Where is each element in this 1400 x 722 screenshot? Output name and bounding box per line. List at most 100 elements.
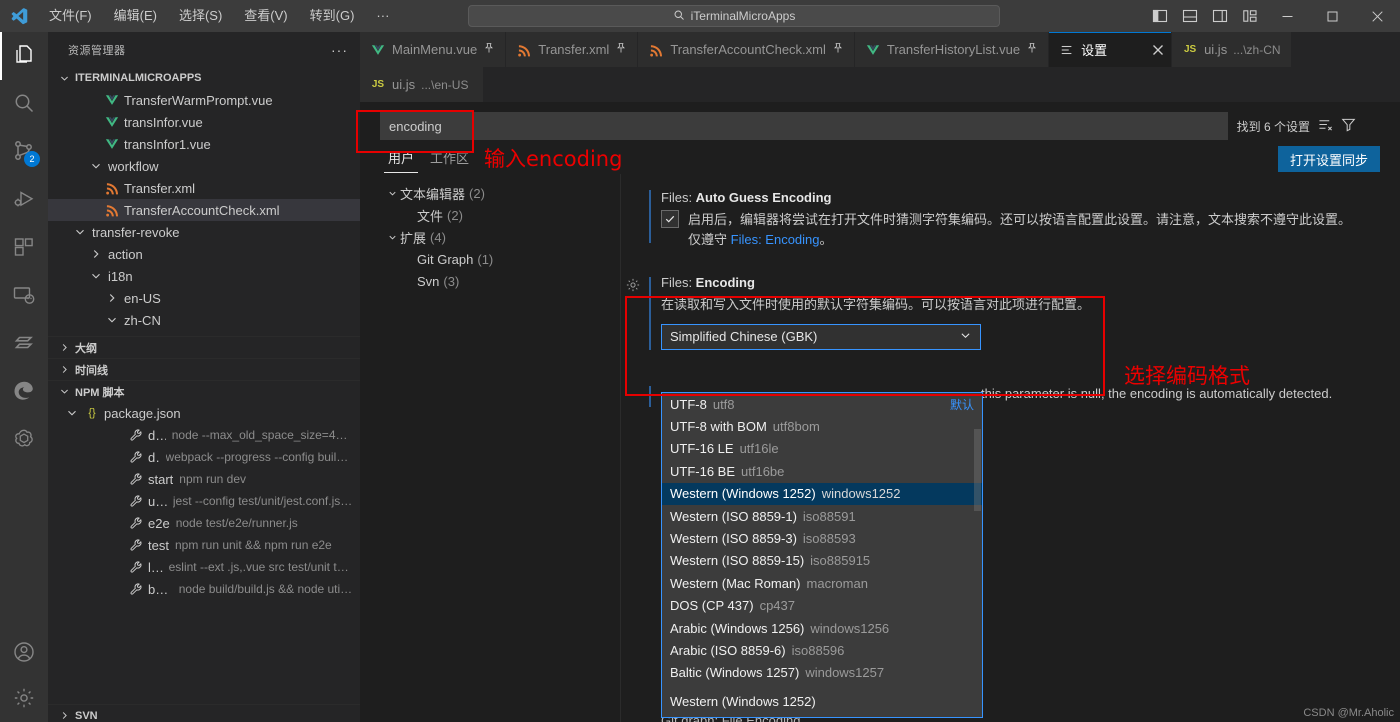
toggle-primary-sidebar-icon[interactable] xyxy=(1145,0,1175,32)
dropdown-option-iso88593[interactable]: Western (ISO 8859-3) iso88593 xyxy=(662,527,982,549)
encoding-dropdown-list[interactable]: UTF-8 utf8 默认 UTF-8 with BOM utf8bom UTF… xyxy=(661,392,983,718)
activitybar-item-run-debug[interactable] xyxy=(0,176,48,224)
tree-item-action[interactable]: action xyxy=(48,243,360,265)
tab-MainMenu-vue[interactable]: MainMenu.vue xyxy=(360,32,507,67)
clear-filters-icon[interactable] xyxy=(1318,117,1333,135)
gear-icon[interactable] xyxy=(625,277,643,295)
dropdown-option-code: windows1252 xyxy=(821,486,901,502)
menu-goto[interactable]: 转到(G) xyxy=(299,0,366,32)
settings-search-input[interactable]: encoding xyxy=(380,112,1228,140)
npm-package-json[interactable]: {} package.json xyxy=(48,402,360,424)
tree-item-Transfer-xml[interactable]: Transfer.xml xyxy=(48,177,360,199)
pin-icon[interactable] xyxy=(832,42,844,57)
sidebar-section-timeline[interactable]: 时间线 xyxy=(48,358,360,380)
pin-icon[interactable] xyxy=(1026,42,1038,57)
dropdown-option-macroman[interactable]: Western (Mac Roman) macroman xyxy=(662,572,982,594)
toc-item-svn[interactable]: Svn (3) xyxy=(360,270,620,292)
tree-item-TransferAccountCheck-xml[interactable]: TransferAccountCheck.xml xyxy=(48,199,360,221)
tree-item-transInfor[interactable]: transInfor.vue xyxy=(48,111,360,133)
tab-workspace-settings[interactable]: 工作区 xyxy=(422,144,477,173)
filter-icon[interactable] xyxy=(1341,117,1356,135)
dropdown-option-utf16be[interactable]: UTF-16 BE utf16be xyxy=(662,460,982,482)
sidebar-section-svn[interactable]: SVN xyxy=(48,704,360,722)
activitybar-item-edge-tools[interactable] xyxy=(0,368,48,416)
menu-selection[interactable]: 选择(S) xyxy=(168,0,233,32)
activitybar-item-accounts[interactable] xyxy=(0,630,48,676)
toc-item-extensions[interactable]: 扩展 (4) xyxy=(360,226,620,248)
svn-icon xyxy=(12,331,36,358)
setting-encoding-select[interactable]: Simplified Chinese (GBK) xyxy=(661,323,981,350)
dropdown-scrollbar[interactable] xyxy=(974,429,981,511)
dropdown-option-iso885915[interactable]: Western (ISO 8859-15) iso885915 xyxy=(662,550,982,572)
menu-more[interactable]: ··· xyxy=(365,0,400,32)
tree-item-zh-CN[interactable]: zh-CN xyxy=(48,309,360,331)
dropdown-option-code: iso88591 xyxy=(802,508,856,524)
tree-item-TransferWarmPrompt[interactable]: TransferWarmPrompt.vue xyxy=(48,89,360,111)
dropdown-option-windows1252[interactable]: Western (Windows 1252) windows1252 xyxy=(662,482,982,505)
sidebar-section-outline[interactable]: 大纲 xyxy=(48,336,360,358)
npm-script-unit[interactable]: unit jest --config test/unit/jest.conf.j… xyxy=(48,490,360,512)
tab-ui-js-en-US[interactable]: JS ui.js ...\en-US xyxy=(360,67,484,102)
window-close-button[interactable] xyxy=(1355,0,1400,32)
activitybar-item-remote-explorer[interactable] xyxy=(0,272,48,320)
dropdown-option-iso88596[interactable]: Arabic (ISO 8859-6) iso88596 xyxy=(662,639,982,661)
tree-item-i18n[interactable]: i18n xyxy=(48,265,360,287)
npm-script-dev[interactable]: dev node --max_old_space_size=4096 buil.… xyxy=(48,424,360,446)
npm-script-build[interactable]: build node build/build.js && node util/j… xyxy=(48,578,360,600)
dropdown-default-badge: 默认 xyxy=(949,397,974,412)
chevron-down-icon xyxy=(56,384,72,400)
npm-script-e2e[interactable]: e2e node test/e2e/runner.js xyxy=(48,512,360,534)
tab-Transfer-xml[interactable]: Transfer.xml xyxy=(506,32,639,67)
activitybar-item-svn[interactable] xyxy=(0,320,48,368)
tree-item-workflow[interactable]: workflow xyxy=(48,155,360,177)
tree-item-transfer-revoke[interactable]: transfer-revoke xyxy=(48,221,360,243)
activitybar-item-chatgpt[interactable] xyxy=(0,416,48,464)
window-minimize-button[interactable] xyxy=(1265,0,1310,32)
activitybar-item-explorer[interactable] xyxy=(0,32,48,80)
tab-user-settings[interactable]: 用户 xyxy=(380,144,422,173)
activitybar-item-extensions[interactable] xyxy=(0,224,48,272)
toggle-secondary-sidebar-icon[interactable] xyxy=(1205,0,1235,32)
dropdown-option-utf16le[interactable]: UTF-16 LE utf16le xyxy=(662,438,982,460)
sidebar-section-npm-scripts[interactable]: NPM 脚本 xyxy=(48,380,360,402)
tree-item-transInfor1[interactable]: transInfor1.vue xyxy=(48,133,360,155)
toc-item-text-editor[interactable]: 文本编辑器 (2) xyxy=(360,182,620,204)
dropdown-option-windows1256[interactable]: Arabic (Windows 1256) windows1256 xyxy=(662,617,982,639)
open-settings-sync-button[interactable]: 打开设置同步 xyxy=(1277,146,1380,172)
npm-script-start[interactable]: start npm run dev xyxy=(48,468,360,490)
toc-item-files[interactable]: 文件 (2) xyxy=(360,204,620,226)
setting-desc-link[interactable]: Files: Encoding xyxy=(731,232,820,247)
customize-layout-icon[interactable] xyxy=(1235,0,1265,32)
toc-count: (2) xyxy=(469,185,485,201)
activitybar-item-source-control[interactable]: 2 xyxy=(0,128,48,176)
sidebar-more-icon[interactable]: ··· xyxy=(331,42,348,58)
window-maximize-button[interactable] xyxy=(1310,0,1355,32)
setting-files-encoding: Files: Encoding 在读取和写入文件时使用的默认字符集编码。可以按语… xyxy=(621,253,1400,354)
menu-view[interactable]: 查看(V) xyxy=(233,0,298,32)
npm-script-test[interactable]: test npm run unit && npm run e2e xyxy=(48,534,360,556)
tab-ui-js-zh-CN[interactable]: JS ui.js ...\zh-CN xyxy=(1172,32,1292,67)
dropdown-option-utf8bom[interactable]: UTF-8 with BOM utf8bom xyxy=(662,415,982,437)
sidebar-section-root[interactable]: ITERMINALMICROAPPS xyxy=(48,67,360,89)
activitybar-item-manage[interactable] xyxy=(0,676,48,722)
npm-script-dll[interactable]: dll webpack --progress --config build/we… xyxy=(48,446,360,468)
tree-item-en-US[interactable]: en-US xyxy=(48,287,360,309)
tab-TransferHistoryList-vue[interactable]: TransferHistoryList.vue xyxy=(854,32,1050,67)
npm-script-lint[interactable]: lint eslint --ext .js,.vue src test/unit… xyxy=(48,556,360,578)
close-icon[interactable] xyxy=(1149,41,1167,59)
dropdown-option-iso88591[interactable]: Western (ISO 8859-1) iso88591 xyxy=(662,505,982,527)
toc-item-git-graph[interactable]: Git Graph (1) xyxy=(360,248,620,270)
dropdown-option-cp437[interactable]: DOS (CP 437) cp437 xyxy=(662,595,982,617)
menu-file[interactable]: 文件(F) xyxy=(38,0,103,32)
toggle-panel-icon[interactable] xyxy=(1175,0,1205,32)
tab-settings[interactable]: 设置 xyxy=(1049,32,1173,67)
pin-icon[interactable] xyxy=(615,42,627,57)
tab-TransferAccountCheck-xml[interactable]: TransferAccountCheck.xml xyxy=(638,32,855,67)
quick-input-bar[interactable]: iTerminalMicroApps xyxy=(468,5,1000,27)
menu-edit[interactable]: 编辑(E) xyxy=(103,0,168,32)
dropdown-option-windows1257[interactable]: Baltic (Windows 1257) windows1257 xyxy=(662,662,982,684)
dropdown-option-utf8[interactable]: UTF-8 utf8 默认 xyxy=(662,393,982,415)
setting-checkbox[interactable] xyxy=(661,210,679,228)
activitybar-item-search[interactable] xyxy=(0,80,48,128)
pin-icon[interactable] xyxy=(483,42,495,57)
